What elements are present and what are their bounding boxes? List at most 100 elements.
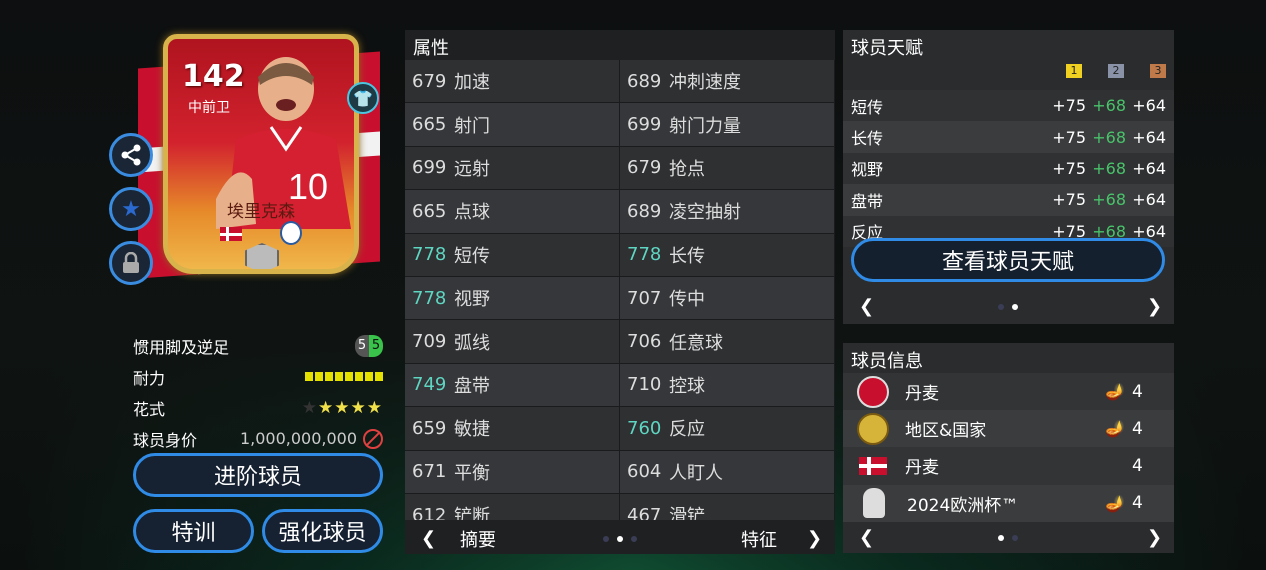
attribute-row: 612 铲断 467 滑铲 (405, 493, 835, 520)
attribute-label: 长传 (669, 245, 705, 267)
page-dot (998, 304, 1004, 310)
attribute-value: 706 (627, 331, 662, 353)
advance-player-button[interactable]: 进阶球员 (133, 453, 383, 497)
player-value-amount: 1,000,000,000 (239, 429, 357, 448)
player-value-label: 球员身价 (133, 430, 198, 450)
attribute-cell[interactable]: 778 长传 (620, 233, 835, 276)
view-talent-button[interactable]: 查看球员天赋 (851, 238, 1165, 282)
player-position: 中前卫 (188, 100, 230, 116)
attribute-cell[interactable]: 604 人盯人 (620, 450, 835, 493)
attribute-label: 滑铲 (669, 506, 705, 520)
attribute-cell[interactable]: 760 反应 (620, 407, 835, 450)
player-info-panel: 球员信息 丹麦 🪔 4 地区&国家 🪔 4 丹麦 4 2024欧洲杯™ 🪔 4 ❮ ❯ (843, 343, 1174, 553)
lock-button[interactable] (109, 241, 153, 285)
attribute-value: 679 (627, 157, 662, 179)
favorite-button[interactable]: ★ (109, 187, 153, 231)
chemistry-indicator: 4 (1104, 456, 1162, 476)
summary-tab[interactable]: 摘要 (460, 526, 496, 552)
enhance-player-button[interactable]: 强化球员 (262, 509, 383, 553)
info-prev-button[interactable]: ❮ (859, 527, 874, 548)
weak-foot-row: 惯用脚及逆足 5 5 (133, 330, 383, 361)
talent-tier-2-value: +68 (1092, 190, 1126, 210)
talent-tier-3-value: +64 (1132, 158, 1166, 178)
chemistry-indicator: 🪔 4 (1104, 493, 1162, 513)
talent-prev-button[interactable]: ❮ (859, 296, 874, 317)
talent-tier-2-value: +68 (1092, 127, 1126, 147)
player-info-row[interactable]: 丹麦 4 (843, 447, 1174, 485)
talent-title: 球员天赋 (851, 38, 923, 59)
talent-next-button[interactable]: ❯ (1147, 296, 1162, 317)
share-button[interactable] (109, 133, 153, 177)
player-info-list: 丹麦 🪔 4 地区&国家 🪔 4 丹麦 4 2024欧洲杯™ 🪔 4 (843, 373, 1174, 522)
attributes-page-dots (603, 536, 637, 542)
player-info-name: 丹麦 (905, 458, 939, 479)
attributes-grid[interactable]: 679 加速 689 冲刺速度 665 射门 699 射门力量 699 远射 679 抢点 665 点球 6… (405, 60, 835, 520)
jersey-button[interactable]: 👕 (347, 82, 379, 114)
lamp-icon: 🪔 (1105, 419, 1125, 439)
attribute-cell[interactable]: 707 传中 (620, 276, 835, 320)
attribute-label: 抢点 (669, 158, 705, 180)
player-info-row[interactable]: 2024欧洲杯™ 🪔 4 (843, 484, 1174, 522)
talent-row: 视野 +75 +68 +64 (843, 152, 1174, 185)
attribute-row: 709 弧线 706 任意球 (405, 320, 835, 364)
skill-moves-label: 花式 (133, 399, 166, 419)
talent-name: 长传 (851, 129, 884, 149)
attribute-cell[interactable]: 671 平衡 (405, 450, 620, 493)
talent-tier-3-value: +64 (1132, 96, 1166, 116)
training-button[interactable]: 特训 (133, 509, 254, 553)
attribute-cell[interactable]: 665 射门 (405, 103, 620, 146)
talent-row: 长传 +75 +68 +64 (843, 121, 1174, 153)
attribute-row: 778 短传 778 长传 (405, 233, 835, 277)
attribute-cell[interactable]: 679 加速 (405, 60, 620, 103)
attribute-label: 弧线 (454, 332, 490, 354)
attributes-next-button[interactable]: ❯ (807, 528, 822, 549)
attribute-value: 709 (412, 331, 447, 353)
lamp-icon: 🪔 (1105, 382, 1125, 402)
talent-tier-1-value: +75 (1052, 96, 1086, 116)
attribute-label: 冲刺速度 (669, 72, 741, 94)
lock-icon (123, 252, 139, 273)
attribute-cell[interactable]: 612 铲断 (405, 493, 620, 520)
attribute-cell[interactable]: 659 敏捷 (405, 407, 620, 450)
attribute-cell[interactable]: 778 短传 (405, 233, 620, 276)
attribute-value: 699 (627, 114, 662, 136)
attribute-row: 778 视野 707 传中 (405, 276, 835, 321)
attribute-cell[interactable]: 706 任意球 (620, 320, 835, 363)
attribute-label: 射门力量 (669, 115, 741, 137)
attribute-cell[interactable]: 710 控球 (620, 363, 835, 407)
attribute-cell[interactable]: 749 盘带 (405, 363, 620, 407)
attribute-cell[interactable]: 679 抢点 (620, 146, 835, 190)
chemistry-level: 4 (1132, 381, 1143, 402)
player-info-row[interactable]: 丹麦 🪔 4 (843, 373, 1174, 411)
player-card[interactable]: 10 142 中前卫 埃里克森 (163, 34, 359, 274)
chemistry-indicator: 🪔 4 (1104, 382, 1162, 402)
attribute-cell[interactable]: 778 视野 (405, 276, 620, 320)
attribute-value: 467 (627, 504, 662, 520)
attributes-prev-button[interactable]: ❮ (421, 528, 436, 549)
denmark-flag-icon (859, 456, 887, 475)
player-info-row[interactable]: 地区&国家 🪔 4 (843, 410, 1174, 448)
attribute-cell[interactable]: 699 远射 (405, 146, 620, 190)
attribute-cell[interactable]: 709 弧线 (405, 320, 620, 363)
attribute-cell[interactable]: 689 凌空抽射 (620, 190, 835, 233)
attribute-row: 665 点球 689 凌空抽射 (405, 190, 835, 234)
attribute-cell[interactable]: 665 点球 (405, 190, 620, 233)
info-page-dots (998, 535, 1018, 541)
skill-moves-row: 花式 ★★★★★ (133, 392, 383, 423)
info-next-button[interactable]: ❯ (1147, 527, 1162, 548)
league-logo-icon (280, 221, 302, 245)
attribute-label: 平衡 (454, 462, 490, 484)
talent-name: 盘带 (851, 191, 884, 211)
chemistry-indicator: 🪔 4 (1104, 419, 1162, 439)
attribute-cell[interactable]: 699 射门力量 (620, 103, 835, 146)
attribute-cell[interactable]: 689 冲刺速度 (620, 60, 835, 103)
attribute-value: 689 (627, 70, 662, 92)
attribute-value: 760 (627, 417, 662, 439)
attribute-value: 679 (412, 70, 447, 92)
attribute-label: 人盯人 (669, 462, 723, 484)
tier-3-badge: 3 (1150, 64, 1166, 78)
lamp-icon: 🪔 (1105, 493, 1125, 513)
attribute-cell[interactable]: 467 滑铲 (620, 493, 835, 520)
talent-list: 短传 +75 +68 +64 长传 +75 +68 +64 视野 +75 +68 +64 盘带 +75 +6… (843, 90, 1174, 247)
traits-tab[interactable]: 特征 (741, 526, 777, 552)
